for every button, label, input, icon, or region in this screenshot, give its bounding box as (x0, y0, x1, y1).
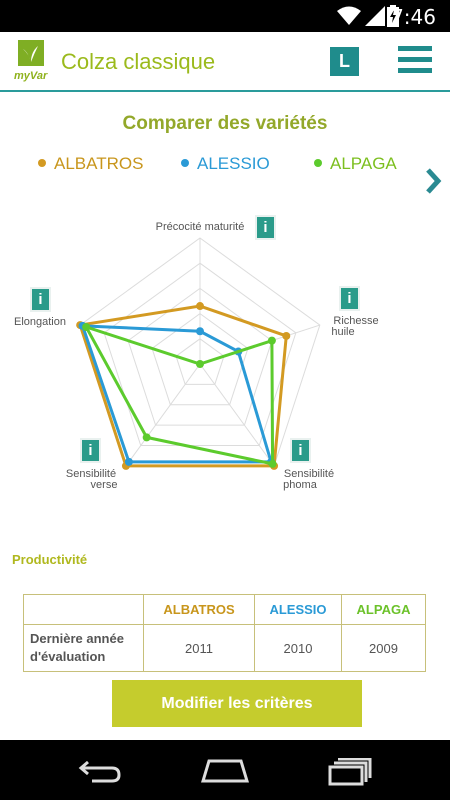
legend-dot (38, 158, 46, 167)
recent-apps-icon[interactable] (328, 758, 372, 786)
legend-label: ALBATROS (54, 154, 144, 173)
legend-item-alpaga[interactable]: ALPAGA (314, 154, 397, 174)
back-icon[interactable] (78, 758, 122, 784)
axis-label-elongation: Elongation (14, 316, 66, 328)
chevron-right-icon[interactable] (424, 166, 444, 196)
table-header-row: ALBATROS ALESSIO ALPAGA (23, 594, 426, 625)
section-title: Comparer des variétés (122, 113, 328, 134)
radar-point-alessio (124, 457, 133, 466)
radar-point-alpaga (267, 336, 276, 345)
table-header-albatros: ALBATROS (143, 594, 255, 625)
group-title-productivite: Productivité (12, 552, 88, 567)
axis-label-verse-2: verse (91, 479, 118, 491)
radar-series-alessio (80, 324, 274, 464)
table-header-alpaga: ALPAGA (341, 594, 426, 625)
radar-point-albatros (196, 302, 204, 311)
clock: 7:46 (391, 5, 436, 29)
info-button-precocite[interactable]: i (255, 215, 276, 240)
table-header-alessio: ALESSIO (254, 594, 342, 625)
radar-series-alpaga (83, 324, 275, 466)
legend-item-alessio[interactable]: ALESSIO (181, 154, 270, 174)
modify-criteria-button[interactable]: Modifier les critères (112, 680, 362, 727)
radar-point-alpaga (268, 459, 277, 468)
legend: ALBATROS ALESSIO ALPAGA (0, 154, 450, 178)
legend-label: ALESSIO (197, 154, 270, 173)
axis-label-richesse-2: huile (331, 326, 354, 338)
menu-button[interactable] (398, 46, 432, 76)
comparison-table: ALBATROS ALESSIO ALPAGA Dernière année d… (23, 594, 426, 672)
info-button-richesse[interactable]: i (339, 286, 360, 311)
menu-bar-icon (398, 68, 432, 73)
signal-icon (365, 6, 385, 26)
leaf-logo-icon (18, 40, 44, 66)
menu-bar-icon (398, 57, 432, 62)
app-logo: myVar (14, 40, 50, 84)
home-icon[interactable] (201, 758, 249, 784)
legend-label: ALPAGA (330, 154, 397, 173)
radar-point-albatros (282, 331, 291, 340)
table-row: Dernière année d'évaluation 2011 2010 20… (23, 624, 426, 672)
radar-axis-line (125, 363, 201, 467)
table-cell-alessio: 2010 (254, 624, 342, 672)
axis-label-precocite: Précocité maturité (156, 221, 245, 233)
legend-item-albatros[interactable]: ALBATROS (38, 154, 143, 174)
letter-button[interactable]: L (330, 47, 359, 76)
page-title: Colza classique (61, 49, 216, 74)
radar-chart: Précocité maturité Richesse huile Sensib… (14, 221, 379, 491)
info-button-elongation[interactable]: i (30, 287, 51, 312)
radar-point-alpaga (82, 323, 91, 332)
radar-point-alessio (196, 327, 204, 336)
axis-label-phoma-2: phoma (283, 479, 318, 491)
wifi-icon (337, 6, 361, 25)
legend-dot (314, 158, 322, 167)
info-button-phoma[interactable]: i (290, 438, 311, 463)
navigation-bar (0, 740, 450, 800)
status-bar: 7:46 (0, 0, 450, 32)
brand-text: myVar (14, 70, 48, 82)
radar-point-alpaga (142, 433, 151, 442)
menu-bar-icon (398, 46, 432, 51)
table-row-label: Dernière année d'évaluation (23, 624, 144, 672)
table-header-empty (23, 594, 144, 625)
table-cell-albatros: 2011 (143, 624, 255, 672)
legend-dot (181, 158, 189, 167)
radar-point-alpaga (196, 360, 204, 368)
app-bar: myVar Colza classique L (0, 32, 450, 92)
table-cell-alpaga: 2009 (341, 624, 426, 672)
info-button-verse[interactable]: i (80, 438, 101, 463)
